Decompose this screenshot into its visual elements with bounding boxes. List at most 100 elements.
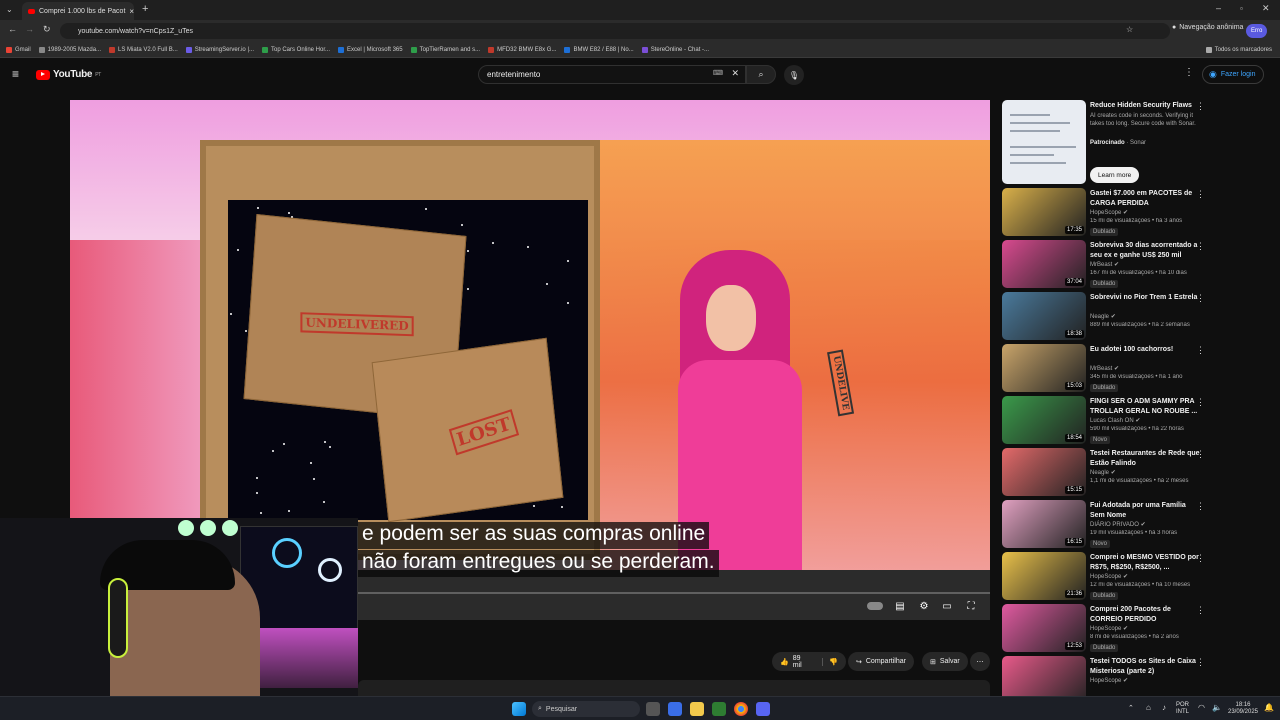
language-indicator[interactable]: POR INTL <box>1176 702 1189 716</box>
progress-bar[interactable] <box>358 592 990 594</box>
channel-name[interactable]: HopeScope ✔ <box>1090 209 1128 216</box>
channel-name[interactable]: HopeScope ✔ <box>1090 573 1128 580</box>
settings-gear-icon[interactable]: ⚙ <box>917 600 931 612</box>
video-menu-icon[interactable]: ⋮ <box>1196 397 1205 408</box>
recommended-video[interactable]: 16:15 Fui Adotada por uma Família Sem Nom… <box>1002 500 1212 550</box>
channel-name[interactable]: MrBeast ✔ <box>1090 261 1119 268</box>
video-menu-icon[interactable]: ⋮ <box>1196 501 1205 512</box>
ad-title[interactable]: Reduce Hidden Security Flaws <box>1090 101 1200 111</box>
clear-search-icon[interactable]: ✕ <box>731 68 739 79</box>
video-title[interactable]: Testei TODOS os Sites de Caixa Misterios… <box>1090 657 1200 676</box>
recommended-video[interactable]: 15:15 Testei Restaurantes de Rede que Est… <box>1002 448 1212 498</box>
volume-icon[interactable]: 🔈 <box>1212 703 1222 712</box>
thumbs-down-icon[interactable]: 👎 <box>822 657 838 666</box>
video-thumbnail[interactable]: 37:04 <box>1002 240 1086 288</box>
like-button[interactable]: 👍 89 mil 👎 <box>772 652 846 671</box>
video-menu-icon[interactable]: ⋮ <box>1196 657 1205 668</box>
fullscreen-icon[interactable]: ⛶ <box>964 600 978 612</box>
wifi-icon[interactable]: ◠ <box>1198 703 1205 712</box>
bookmark-item[interactable]: StreamingServer.io |... <box>185 46 254 53</box>
file-explorer-icon[interactable] <box>690 702 704 716</box>
video-menu-icon[interactable]: ⋮ <box>1196 293 1205 304</box>
search-button[interactable]: ⌕ <box>746 65 776 84</box>
back-icon[interactable]: ← <box>8 24 17 34</box>
taskbar-search[interactable]: ⌕ Pesquisar <box>532 701 640 717</box>
keyboard-icon[interactable]: ⌨ <box>713 69 723 77</box>
video-title[interactable]: Sobrevivi no Pior Trem 1 Estrela <box>1090 293 1200 303</box>
video-thumbnail[interactable]: 21:36 <box>1002 552 1086 600</box>
address-bar[interactable]: youtube.com/watch?v=nCps1Z_uTes <box>60 23 1170 39</box>
video-title[interactable]: Comprei 200 Pacotes de CORREIO PERDIDO <box>1090 605 1200 624</box>
notification-bell-icon[interactable]: 🔔 <box>1264 703 1274 712</box>
save-button[interactable]: ⊞ Salvar <box>922 652 968 671</box>
video-thumbnail[interactable]: 18:54 <box>1002 396 1086 444</box>
video-thumbnail[interactable]: 17:35 <box>1002 188 1086 236</box>
channel-name[interactable]: Neagle ✔ <box>1090 469 1116 476</box>
recommended-video[interactable]: 15:03 Eu adotei 100 cachorros! MrBeast ✔ 34… <box>1002 344 1212 394</box>
window-close-icon[interactable]: ✕ <box>1262 3 1270 14</box>
chrome-icon[interactable] <box>734 702 748 716</box>
video-thumbnail[interactable] <box>1002 656 1086 696</box>
video-menu-icon[interactable]: ⋮ <box>1196 553 1205 564</box>
browser-tab[interactable]: Comprei 1.000 lbs de Pacot × <box>22 2 134 20</box>
channel-name[interactable]: MrBeast ✔ <box>1090 365 1119 372</box>
recommended-video[interactable]: 18:38 Sobrevivi no Pior Trem 1 Estrela Nea… <box>1002 292 1212 342</box>
bookmark-item[interactable]: Excel | Microsoft 365 <box>338 46 403 53</box>
tray-chevron-icon[interactable]: ⌃ <box>1128 704 1134 712</box>
more-actions-button[interactable]: ⋯ <box>970 652 990 671</box>
recommended-video[interactable]: 37:04 Sobreviva 30 dias acorrentado a seu… <box>1002 240 1212 290</box>
video-thumbnail[interactable]: 16:15 <box>1002 500 1086 548</box>
bookmark-item[interactable]: MFD32 BMW E8x G... <box>488 46 556 53</box>
video-thumbnail[interactable]: 18:38 <box>1002 292 1086 340</box>
channel-name[interactable]: Lucas Clash ON ✔ <box>1090 417 1140 424</box>
maximize-icon[interactable]: ▫ <box>1240 4 1243 13</box>
video-title[interactable]: Gastei $7.000 em PACOTES de CARGA PERDID… <box>1090 189 1200 208</box>
incognito-indicator[interactable]: ● Navegação anônima <box>1172 24 1243 31</box>
video-thumbnail[interactable]: 12:53 <box>1002 604 1086 652</box>
theater-mode-icon[interactable]: ▭ <box>940 600 954 612</box>
ad-card[interactable]: Reduce Hidden Security Flaws AI creates … <box>1002 100 1212 184</box>
video-title[interactable]: Eu adotei 100 cachorros! <box>1090 345 1200 355</box>
channel-name[interactable]: DIÁRIO PRIVADO ✔ <box>1090 521 1146 528</box>
video-menu-icon[interactable]: ⋮ <box>1196 345 1205 356</box>
menu-icon[interactable]: ≡ <box>12 67 19 81</box>
clock[interactable]: 18:16 23/09/2025 <box>1226 702 1260 716</box>
start-icon[interactable] <box>512 702 526 716</box>
network-icon[interactable]: ⌂ <box>1146 703 1151 712</box>
forward-icon[interactable]: → <box>25 24 34 34</box>
video-title[interactable]: Testei Restaurantes de Rede que Estão Fa… <box>1090 449 1200 468</box>
store-icon[interactable] <box>712 702 726 716</box>
bookmark-item[interactable]: BMW E82 / E88 | No... <box>564 46 634 53</box>
minimize-icon[interactable]: – <box>1216 3 1221 13</box>
task-view-icon[interactable] <box>646 702 660 716</box>
settings-more-icon[interactable]: ⋮ <box>1184 67 1194 78</box>
mic-tray-icon[interactable]: ♪ <box>1162 703 1166 712</box>
channel-name[interactable]: HopeScope ✔ <box>1090 677 1128 684</box>
recommended-video[interactable]: 12:53 Comprei 200 Pacotes de CORREIO PERD… <box>1002 604 1212 654</box>
video-title[interactable]: Fui Adotada por uma Família Sem Nome <box>1090 501 1200 520</box>
channel-name[interactable]: HopeScope ✔ <box>1090 625 1128 632</box>
search-input[interactable]: entretenimento ⌨ ✕ <box>478 65 746 84</box>
bookmark-item[interactable]: Gmail <box>6 46 31 53</box>
video-thumbnail[interactable]: 15:03 <box>1002 344 1086 392</box>
video-title[interactable]: FINGI SER O ADM SAMMY PRA TROLLAR GERAL … <box>1090 397 1200 416</box>
ad-learn-more-button[interactable]: Learn more <box>1090 167 1140 183</box>
tab-search-icon[interactable]: ⌄ <box>6 5 13 14</box>
voice-search-button[interactable]: 🎙 <box>784 65 804 85</box>
recommended-video[interactable]: 18:54 FINGI SER O ADM SAMMY PRA TROLLAR G… <box>1002 396 1212 446</box>
autoplay-toggle[interactable] <box>866 600 884 612</box>
bookmark-item[interactable]: 1989-2005 Mazda... <box>38 46 101 53</box>
channel-name[interactable]: Neagle ✔ <box>1090 313 1116 320</box>
bookmark-item[interactable]: LS Miata V2.0 Full B... <box>109 46 178 53</box>
ad-thumbnail[interactable] <box>1002 100 1086 184</box>
video-menu-icon[interactable]: ⋮ <box>1196 605 1205 616</box>
video-menu-icon[interactable]: ⋮ <box>1196 449 1205 460</box>
bookmark-item[interactable]: TopTierRamen and s... <box>410 46 480 53</box>
youtube-logo[interactable]: YouTube PT <box>36 69 101 80</box>
profile-error-button[interactable]: Erro <box>1246 24 1268 38</box>
bookmark-item[interactable]: StereOnline - Chat -... <box>641 46 709 53</box>
description-box[interactable] <box>358 680 990 696</box>
video-thumbnail[interactable]: 15:15 <box>1002 448 1086 496</box>
recommended-video[interactable]: Testei TODOS os Sites de Caixa Misterios… <box>1002 656 1212 696</box>
discord-icon[interactable] <box>756 702 770 716</box>
